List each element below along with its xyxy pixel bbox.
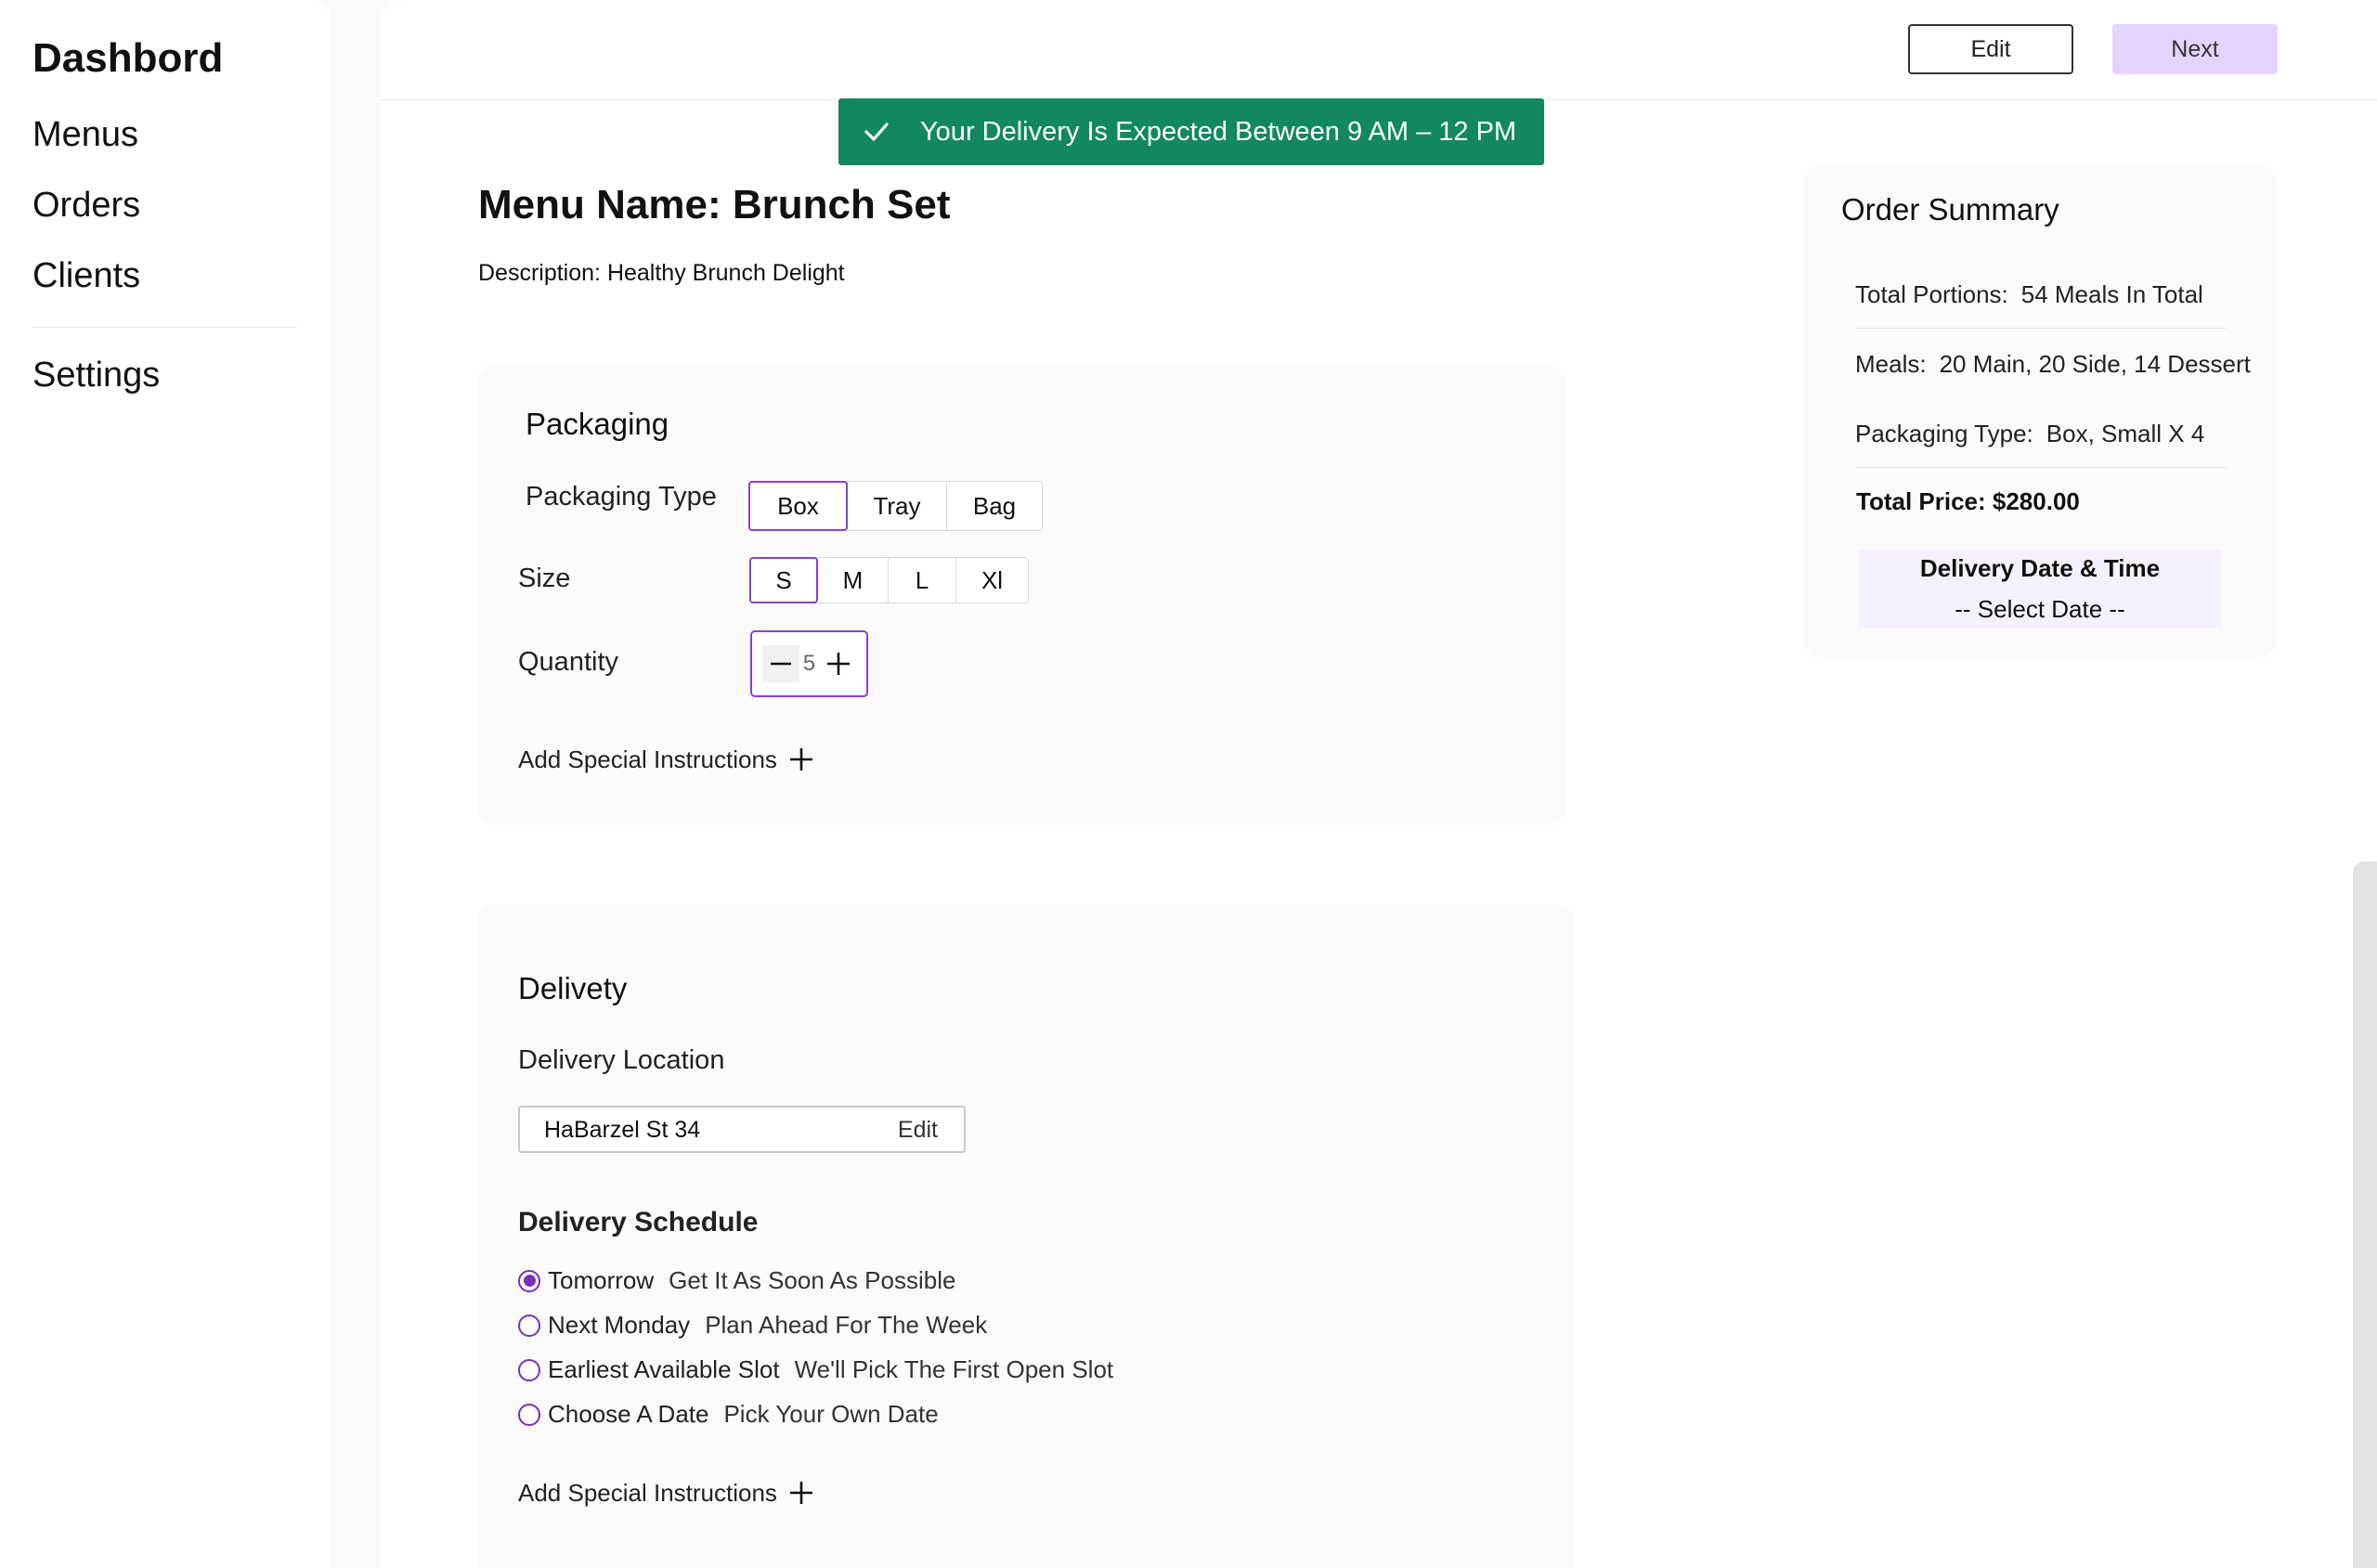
minus-icon[interactable] — [761, 645, 799, 682]
option-label: Next Monday — [548, 1311, 691, 1339]
menu-description: Description: Healthy Brunch Delight — [478, 260, 845, 286]
packaging-type-selector: Box Tray Bag — [748, 481, 1043, 531]
option-description: Get It As Soon As Possible — [669, 1266, 956, 1294]
summary-meals: Meals: 20 Main, 20 Side, 14 Dessert — [1855, 350, 2251, 379]
page-title: Menu Name: Brunch Set — [478, 182, 951, 227]
plus-icon[interactable] — [820, 645, 857, 682]
radio-button[interactable] — [518, 1403, 540, 1426]
summary-value: 54 Meals In Total — [2020, 280, 2203, 308]
quantity-stepper: 5 — [750, 630, 868, 697]
order-summary-title: Order Summary — [1841, 192, 2059, 227]
add-instructions-label: Add Special Instructions — [518, 1478, 777, 1507]
schedule-option-earliest[interactable]: Earliest Available Slot We'll Pick The F… — [518, 1355, 1113, 1384]
address-edit-button[interactable]: Edit — [898, 1117, 938, 1144]
plus-icon — [788, 745, 818, 774]
size-option-m[interactable]: M — [817, 557, 889, 603]
option-label: Choose A Date — [548, 1400, 709, 1428]
add-packaging-instructions[interactable]: Add Special Instructions — [518, 745, 818, 774]
quantity-value[interactable]: 5 — [799, 651, 820, 677]
edit-button[interactable]: Edit — [1908, 24, 2073, 74]
add-instructions-label: Add Special Instructions — [518, 745, 777, 773]
packaging-type-label: Packaging Type — [526, 482, 717, 512]
size-label: Size — [518, 564, 571, 593]
option-label: Tomorrow — [548, 1266, 655, 1294]
radio-button[interactable] — [518, 1358, 540, 1381]
sidebar-divider — [32, 327, 296, 328]
summary-key: Meals: — [1855, 350, 1927, 378]
delivery-heading: Delivety — [518, 971, 628, 1005]
delivery-date-time-title: Delivery Date & Time — [1919, 554, 2161, 582]
radio-button[interactable] — [518, 1314, 540, 1337]
sidebar: Dashbord Menus Orders Clients Settings — [0, 0, 331, 1568]
delivery-address-field[interactable]: HaBarzel St 34 Edit — [518, 1106, 966, 1153]
summary-value: Box, Small X 4 — [2046, 420, 2205, 447]
delivery-toast: Your Delivery Is Expected Between 9 AM –… — [838, 98, 1544, 165]
plus-icon — [788, 1478, 818, 1508]
sidebar-title[interactable]: Dashbord — [32, 35, 223, 82]
summary-key: Total Portions: — [1855, 280, 2008, 308]
radio-selected-dot — [523, 1275, 536, 1287]
next-button[interactable]: Next — [2112, 24, 2278, 74]
packaging-type-box[interactable]: Box — [748, 481, 848, 531]
summary-key: Packaging Type: — [1855, 420, 2033, 447]
sidebar-item-menus[interactable]: Menus — [32, 115, 138, 155]
address-value[interactable]: HaBarzel St 34 — [544, 1117, 700, 1144]
packaging-heading: Packaging — [526, 407, 669, 441]
top-toolbar — [380, 0, 2377, 100]
size-option-l[interactable]: L — [888, 557, 956, 603]
schedule-option-choose-date[interactable]: Choose A Date Pick Your Own Date — [518, 1400, 939, 1429]
summary-total-portions: Total Portions: 54 Meals In Total — [1855, 280, 2203, 309]
quantity-label: Quantity — [518, 647, 618, 677]
select-date-dropdown[interactable]: -- Select Date -- — [1859, 595, 2221, 624]
delivery-date-time-box[interactable]: Delivery Date & Time -- Select Date -- — [1859, 550, 2221, 628]
option-description: Plan Ahead For The Week — [705, 1311, 988, 1339]
schedule-option-tomorrow[interactable]: Tomorrow Get It As Soon As Possible — [518, 1266, 955, 1295]
sidebar-item-orders[interactable]: Orders — [32, 186, 140, 226]
radio-button[interactable] — [518, 1269, 540, 1292]
size-option-s[interactable]: S — [749, 557, 818, 603]
summary-divider — [1855, 467, 2227, 468]
sidebar-item-clients[interactable]: Clients — [32, 256, 140, 296]
check-icon — [863, 116, 894, 148]
add-delivery-instructions[interactable]: Add Special Instructions — [518, 1478, 818, 1508]
summary-total-price: Total Price: $280.00 — [1856, 487, 2080, 515]
packaging-type-tray[interactable]: Tray — [847, 481, 947, 531]
sidebar-item-settings[interactable]: Settings — [32, 356, 160, 395]
schedule-option-next-monday[interactable]: Next Monday Plan Ahead For The Week — [518, 1311, 987, 1340]
size-option-xl[interactable]: Xl — [955, 557, 1029, 603]
option-label: Earliest Available Slot — [548, 1355, 780, 1383]
packaging-type-bag[interactable]: Bag — [946, 481, 1043, 531]
option-description: We'll Pick The First Open Slot — [794, 1355, 1114, 1383]
summary-value: 20 Main, 20 Side, 14 Dessert — [1939, 350, 2251, 378]
toast-message: Your Delivery Is Expected Between 9 AM –… — [920, 116, 1517, 147]
size-selector: S M L Xl — [749, 557, 1029, 603]
option-description: Pick Your Own Date — [723, 1400, 939, 1428]
scrollbar[interactable] — [2353, 862, 2377, 1568]
summary-divider — [1855, 328, 2227, 329]
delivery-schedule-label: Delivery Schedule — [518, 1207, 759, 1238]
summary-packaging-type: Packaging Type: Box, Small X 4 — [1855, 420, 2204, 448]
delivery-location-label: Delivery Location — [518, 1045, 725, 1075]
